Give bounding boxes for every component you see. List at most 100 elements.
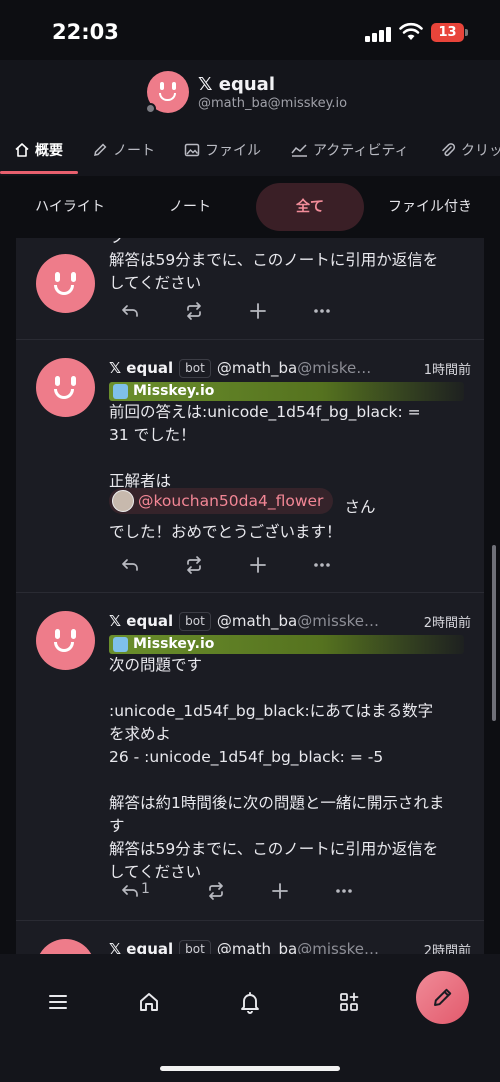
user-mention[interactable]: @kouchan50da4_flower xyxy=(109,488,334,514)
more-button[interactable] xyxy=(309,298,335,324)
note-item[interactable]: 𝕏 equal bot @math_ba@miske… 1時間前 Misskey.i… xyxy=(16,340,484,593)
mention-avatar xyxy=(112,490,134,512)
note-avatar[interactable] xyxy=(36,939,95,954)
online-status-dot xyxy=(145,103,156,114)
bot-badge: bot xyxy=(179,359,211,378)
note-author-username[interactable]: @math_ba xyxy=(217,612,297,630)
more-icon xyxy=(336,889,352,893)
tab-all[interactable]: 全て xyxy=(256,183,364,231)
note-author-host: @misske… xyxy=(297,612,380,630)
note-text: 前回の答えは:unicode_1d54f_bg_black: = 31 でした！… xyxy=(109,403,421,490)
note-item[interactable]: 𝕏 equal bot @math_ba@misske… 2時間前 Misskey.… xyxy=(16,593,484,921)
note-author-host: @misske… xyxy=(297,940,380,954)
note-header: 𝕏 equal bot @math_ba@misske… 2時間前 xyxy=(109,940,471,954)
note-actions xyxy=(109,298,349,324)
bot-badge: bot xyxy=(179,612,211,631)
tab-clips[interactable]: クリッ xyxy=(440,126,500,176)
widgets-button[interactable] xyxy=(331,984,367,1020)
home-indicator xyxy=(160,1066,340,1071)
widgets-icon xyxy=(340,992,359,1011)
plus-icon xyxy=(250,557,266,573)
instance-ticker: Misskey.io xyxy=(109,382,464,401)
note-actions: 1 xyxy=(109,878,352,904)
note-timestamp[interactable]: 2時間前 xyxy=(424,612,471,631)
note-avatar[interactable] xyxy=(36,358,95,417)
more-icon xyxy=(314,563,330,567)
wifi-icon xyxy=(399,22,423,42)
profile-name: 𝕏 equal xyxy=(198,74,275,95)
renote-button[interactable] xyxy=(203,878,229,904)
note-avatar[interactable] xyxy=(36,611,95,670)
tab-highlight[interactable]: ハイライト xyxy=(18,183,122,231)
home-button[interactable] xyxy=(131,984,167,1020)
status-time: 22:03 xyxy=(52,20,119,44)
reply-icon xyxy=(122,885,138,897)
battery-indicator: 13 xyxy=(431,23,468,42)
repeat-icon xyxy=(187,302,201,320)
note-header: 𝕏 equal bot @math_ba@miske… 1時間前 xyxy=(109,359,471,381)
note-author-name[interactable]: 𝕏 equal xyxy=(109,612,173,630)
note-text: 次の問題です :unicode_1d54f_bg_black:にあてはまる数字 … xyxy=(109,656,445,881)
tab-files[interactable]: ファイル xyxy=(184,126,261,176)
pencil-icon xyxy=(434,988,452,1006)
tab-activity[interactable]: アクティビティ xyxy=(291,126,409,176)
note-author-username[interactable]: @math_ba xyxy=(217,359,297,377)
note-actions xyxy=(109,552,349,578)
tab-with-files[interactable]: ファイル付き xyxy=(378,183,482,231)
note-author-host: @miske… xyxy=(297,359,372,377)
more-button[interactable] xyxy=(309,552,335,578)
add-reaction-button[interactable] xyxy=(245,298,271,324)
note-timestamp[interactable]: 1時間前 xyxy=(424,359,471,378)
add-reaction-button[interactable] xyxy=(245,552,271,578)
paperclip-icon xyxy=(442,143,456,157)
plus-icon xyxy=(272,883,288,899)
profile-header: 𝕏 equal @math_ba@misskey.io xyxy=(0,60,500,126)
more-button[interactable] xyxy=(331,878,357,904)
note-item[interactable]: 𝕏 equal bot @math_ba@misske… 2時間前 xyxy=(16,921,484,954)
note-author-name[interactable]: 𝕏 equal xyxy=(109,359,173,377)
note-author-name[interactable]: 𝕏 equal xyxy=(109,940,173,954)
home-icon xyxy=(15,143,29,157)
instance-ticker: Misskey.io xyxy=(109,635,464,654)
reply-icon xyxy=(122,305,138,317)
notes-timeline[interactable]: ヲ 解答は59分までに、このノートに引用か返信を してください 𝕏 equal b… xyxy=(16,238,484,954)
note-avatar[interactable] xyxy=(36,254,95,313)
note-author-username[interactable]: @math_ba xyxy=(217,940,297,954)
reply-count: 1 xyxy=(141,881,150,897)
menu-icon xyxy=(49,995,67,1009)
active-tab-indicator xyxy=(0,171,78,174)
signal-icon xyxy=(365,26,391,42)
note-item[interactable]: ヲ 解答は59分までに、このノートに引用か返信を してください xyxy=(16,238,484,340)
mention-suffix: さん xyxy=(344,498,376,516)
status-bar: 22:03 13 xyxy=(0,0,500,60)
menu-button[interactable] xyxy=(40,984,76,1020)
chart-icon xyxy=(291,144,307,157)
notifications-button[interactable] xyxy=(232,984,268,1020)
profile-tabs: 概要 ノート ファイル アクティビティ クリッ xyxy=(0,126,500,176)
note-text-footer: でした！おめでとうございます！ xyxy=(109,523,342,541)
renote-button[interactable] xyxy=(181,552,207,578)
note-text: ヲ 解答は59分までに、このノートに引用か返信を してください xyxy=(109,238,439,292)
plus-icon xyxy=(250,303,266,319)
home-icon xyxy=(140,993,158,1011)
image-icon xyxy=(184,143,200,157)
reply-button[interactable]: 1 xyxy=(117,878,150,904)
repeat-icon xyxy=(209,882,223,900)
reply-icon xyxy=(122,559,138,571)
reply-button[interactable] xyxy=(117,552,143,578)
reply-button[interactable] xyxy=(117,298,143,324)
scrollbar[interactable] xyxy=(492,545,496,721)
compose-note-button[interactable] xyxy=(416,971,469,1024)
mention-line: @kouchan50da4_flower さん xyxy=(109,488,376,517)
pencil-icon xyxy=(94,143,107,156)
tab-notes-only[interactable]: ノート xyxy=(140,183,240,231)
note-header: 𝕏 equal bot @math_ba@misske… 2時間前 xyxy=(109,612,471,634)
note-timestamp[interactable]: 2時間前 xyxy=(424,940,471,954)
tab-notes[interactable]: ノート xyxy=(92,126,155,176)
repeat-icon xyxy=(187,556,201,574)
note-filter-tabs: ハイライト ノート 全て ファイル付き xyxy=(0,176,500,238)
tab-overview[interactable]: 概要 xyxy=(14,126,63,176)
bell-icon xyxy=(241,992,259,1014)
add-reaction-button[interactable] xyxy=(267,878,293,904)
renote-button[interactable] xyxy=(181,298,207,324)
